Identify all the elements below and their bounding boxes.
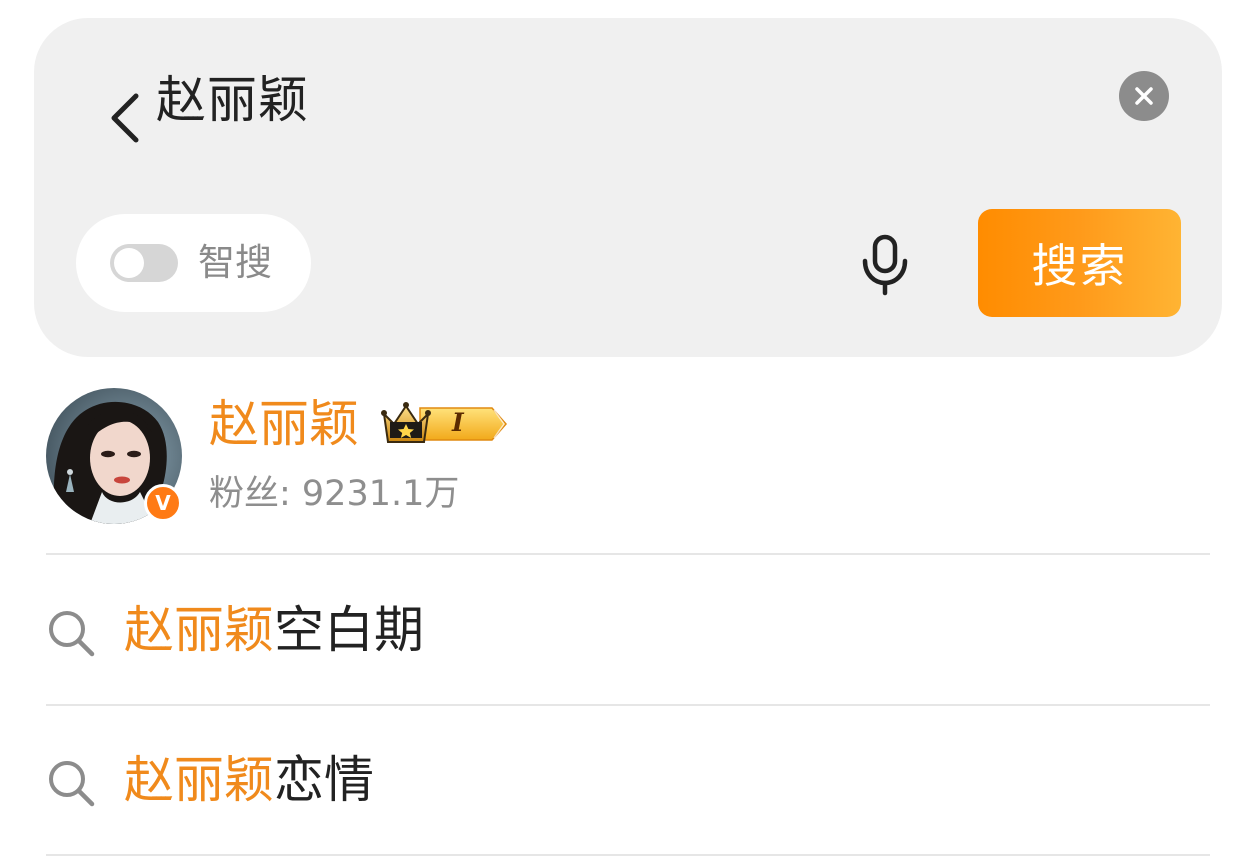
- followers-count: 粉丝: 9231.1万: [209, 474, 460, 514]
- smart-search-label: 智搜: [198, 241, 272, 284]
- suggestion-highlight: 赵丽颖: [124, 751, 274, 809]
- crown-icon: [381, 402, 507, 443]
- avatar[interactable]: V: [46, 388, 182, 524]
- divider: [46, 854, 1210, 856]
- clear-button[interactable]: [1119, 71, 1169, 121]
- divider: [46, 553, 1210, 555]
- search-icon: [49, 611, 95, 657]
- back-button[interactable]: [96, 78, 156, 158]
- toggle-knob: [114, 248, 144, 278]
- voice-search-button[interactable]: [854, 230, 916, 300]
- search-button[interactable]: 搜索: [978, 209, 1181, 317]
- suggestion-text: 赵丽颖空白期: [124, 598, 424, 662]
- chevron-left-icon: [111, 93, 139, 143]
- toggle-switch[interactable]: [110, 244, 178, 282]
- suggestion-highlight: 赵丽颖: [124, 601, 274, 659]
- suggestion-rest: 空白期: [274, 601, 424, 659]
- suggestion-item[interactable]: 赵丽颖空白期: [46, 570, 1210, 690]
- close-icon: [1135, 87, 1153, 105]
- divider: [46, 704, 1210, 706]
- search-panel: 赵丽颖 智搜 搜索: [34, 18, 1222, 357]
- suggestion-text: 赵丽颖恋情: [124, 748, 374, 812]
- suggestion-rest: 恋情: [274, 751, 374, 809]
- vip-badge: I: [380, 400, 512, 448]
- verified-badge: V: [144, 484, 182, 522]
- suggestion-item[interactable]: 赵丽颖恋情: [46, 720, 1210, 840]
- microphone-icon: [862, 234, 908, 296]
- account-suggestion[interactable]: V 赵丽颖 I 粉丝: 9231.1万: [46, 388, 1210, 526]
- search-icon: [49, 761, 95, 807]
- account-name: 赵丽颖: [209, 395, 359, 453]
- vip-level: I: [452, 408, 464, 437]
- smart-search-toggle[interactable]: 智搜: [76, 214, 311, 312]
- search-query-input[interactable]: 赵丽颖: [156, 70, 309, 130]
